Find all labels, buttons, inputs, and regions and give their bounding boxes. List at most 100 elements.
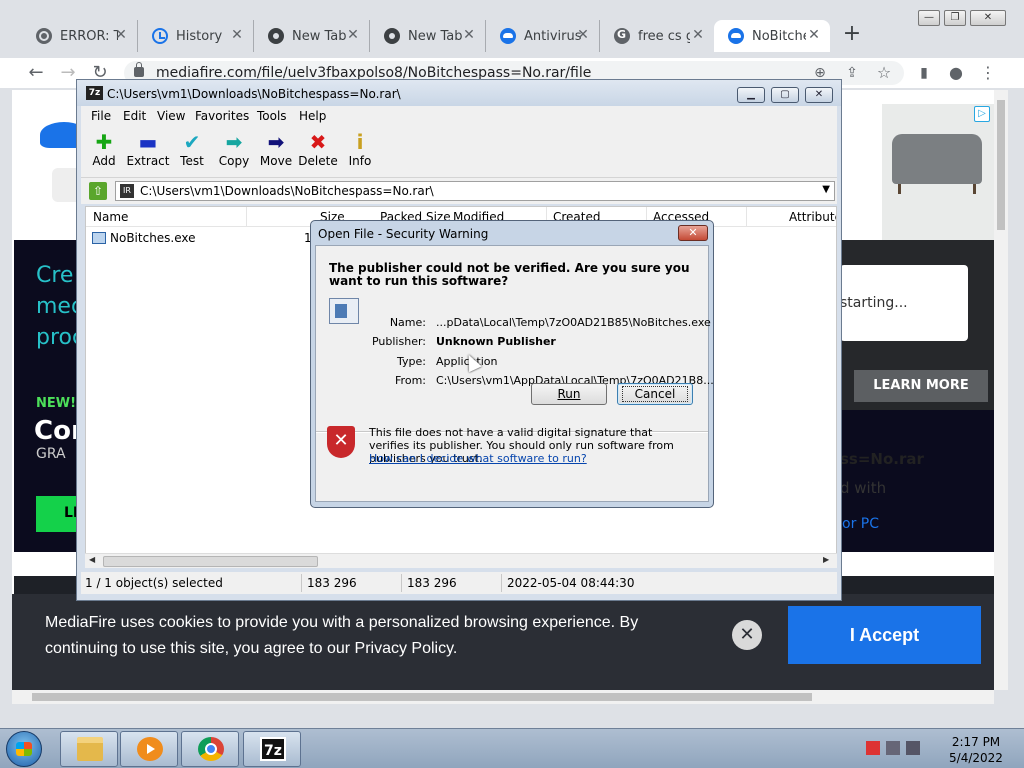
- minimize-button[interactable]: —: [918, 10, 940, 26]
- sofa-ad[interactable]: [882, 104, 994, 244]
- scrollbar-thumb[interactable]: [103, 556, 318, 567]
- scroll-left-icon[interactable]: ◀: [89, 555, 95, 564]
- menu-favorites[interactable]: Favorites: [195, 109, 249, 123]
- network-icon[interactable]: [886, 741, 900, 755]
- folder-up-icon[interactable]: ⇧: [89, 182, 107, 200]
- tool-label: Delete: [298, 154, 338, 168]
- windows-taskbar: 7z 2:17 PM 5/4/2022: [0, 728, 1024, 768]
- learn-more-button[interactable]: LEARN MORE: [854, 370, 988, 402]
- add-button[interactable]: ✚ Add: [81, 130, 127, 176]
- status-divider: [301, 574, 302, 592]
- info-button[interactable]: i Info: [337, 130, 383, 176]
- tab-close-icon[interactable]: ✕: [690, 27, 706, 43]
- copy-arrow-icon: ➡: [225, 130, 243, 154]
- menu-file[interactable]: File: [91, 109, 111, 123]
- history-icon: [152, 28, 168, 44]
- tab-antivirus[interactable]: Antivirus ✕: [486, 20, 600, 52]
- dialog-close-button[interactable]: ✕: [678, 225, 708, 241]
- file-list-hscrollbar[interactable]: ◀ ▶: [85, 553, 837, 568]
- column-divider[interactable]: [746, 207, 747, 227]
- scrollbar-thumb[interactable]: [32, 693, 812, 701]
- 7zip-address-bar: ⇧ IR C:\Users\vm1\Downloads\NoBitchespas…: [81, 178, 837, 204]
- accept-cookies-button[interactable]: I Accept: [788, 606, 981, 664]
- cookie-close-button[interactable]: ✕: [732, 620, 762, 650]
- status-size: 183 296: [307, 576, 357, 590]
- tab-close-icon[interactable]: ✕: [229, 27, 245, 43]
- for-pc-link[interactable]: or PC: [842, 516, 879, 532]
- scroll-right-icon[interactable]: ▶: [823, 555, 829, 564]
- tab-close-icon[interactable]: ✕: [345, 27, 361, 43]
- action-center-flag-icon[interactable]: [866, 741, 880, 755]
- taskbar-chrome[interactable]: [181, 731, 239, 767]
- download-status-box: starting...: [840, 265, 968, 341]
- chevron-down-icon[interactable]: ▼: [822, 184, 830, 195]
- adchoices-icon[interactable]: ▷: [974, 106, 990, 122]
- tab-close-icon[interactable]: ✕: [461, 27, 477, 43]
- 7zip-toolbar: ✚ Add ▬ Extract ✔ Test ➡ Copy ➡ Move ✖ D…: [81, 126, 837, 178]
- media-player-icon: [137, 737, 163, 761]
- taskbar-explorer[interactable]: [60, 731, 118, 767]
- 7zip-maximize-button[interactable]: ▢: [771, 87, 799, 103]
- page-vertical-scrollbar[interactable]: [994, 90, 1008, 690]
- clock-time[interactable]: 2:17 PM: [948, 735, 1004, 749]
- new-tab-button[interactable]: +: [840, 22, 864, 46]
- test-button[interactable]: ✔ Test: [169, 130, 215, 176]
- tab-newtab-1[interactable]: New Tab ✕: [254, 20, 370, 52]
- file-name: NoBitches.exe: [110, 231, 196, 245]
- share-icon[interactable]: ⇪: [840, 61, 864, 85]
- col-attributes[interactable]: Attribute: [789, 210, 836, 224]
- back-arrow-icon[interactable]: ←: [24, 61, 48, 85]
- bookmark-star-icon[interactable]: ☆: [872, 61, 896, 85]
- profile-avatar-icon[interactable]: ●: [944, 61, 968, 85]
- menu-help[interactable]: Help: [299, 109, 326, 123]
- 7zip-logo-icon: 7z: [86, 86, 103, 100]
- close-window-button[interactable]: ✕: [970, 10, 1006, 26]
- scrollbar-thumb[interactable]: [997, 100, 1005, 230]
- tool-label: Extract: [126, 154, 170, 168]
- taskbar-7zip[interactable]: 7z: [243, 731, 301, 767]
- column-divider[interactable]: [246, 207, 247, 227]
- tab-free-csgo[interactable]: free cs go ✕: [600, 20, 714, 52]
- 7zip-titlebar[interactable]: 7z C:\Users\vm1\Downloads\NoBitchespass=…: [77, 80, 841, 106]
- tab-close-icon[interactable]: ✕: [806, 27, 822, 43]
- menu-tools[interactable]: Tools: [257, 109, 287, 123]
- move-button[interactable]: ➡ Move: [253, 130, 299, 176]
- tab-close-icon[interactable]: ✕: [575, 27, 591, 43]
- start-button[interactable]: [6, 731, 42, 767]
- extract-icon: ▬: [138, 130, 158, 154]
- maximize-button[interactable]: ❐: [944, 10, 966, 26]
- 7zip-minimize-button[interactable]: ▁: [737, 87, 765, 103]
- extract-button[interactable]: ▬ Extract: [123, 130, 173, 176]
- 7zip-close-button[interactable]: ✕: [805, 87, 833, 103]
- run-button[interactable]: Run: [531, 383, 607, 405]
- 7zip-path-combo[interactable]: IR C:\Users\vm1\Downloads\NoBitchespass=…: [115, 181, 835, 201]
- tool-label: Test: [180, 154, 204, 168]
- tab-newtab-2[interactable]: New Tab ✕: [370, 20, 486, 52]
- tool-label: Add: [92, 154, 116, 168]
- volume-icon[interactable]: [906, 741, 920, 755]
- lock-icon[interactable]: [134, 62, 144, 77]
- cancel-button-label: Cancel: [621, 386, 689, 402]
- chrome-icon: [268, 28, 284, 44]
- field-label-publisher: Publisher:: [371, 335, 426, 348]
- menu-kebab-icon[interactable]: ⋮: [976, 61, 1000, 85]
- sofa-legs: [898, 184, 976, 194]
- tab-close-icon[interactable]: ✕: [113, 27, 129, 43]
- add-icon: ✚: [95, 130, 113, 154]
- taskbar-media-player[interactable]: [120, 731, 178, 767]
- col-name[interactable]: Name: [93, 210, 128, 224]
- delete-button[interactable]: ✖ Delete: [295, 130, 341, 176]
- copy-button[interactable]: ➡ Copy: [211, 130, 257, 176]
- clock-date[interactable]: 5/4/2022: [948, 751, 1004, 765]
- help-link[interactable]: How can I decide what software to run?: [369, 452, 587, 465]
- cancel-button[interactable]: Cancel: [617, 383, 693, 405]
- test-check-icon: ✔: [183, 130, 201, 154]
- promo-new-badge: NEW!: [36, 396, 77, 411]
- page-horizontal-scrollbar[interactable]: [12, 690, 994, 704]
- side-panel-icon[interactable]: ▮: [912, 61, 936, 85]
- tab-history[interactable]: History ✕: [138, 20, 254, 52]
- menu-edit[interactable]: Edit: [123, 109, 146, 123]
- tab-error[interactable]: ERROR: Tl ✕: [22, 20, 138, 52]
- menu-view[interactable]: View: [157, 109, 185, 123]
- tab-nobitches[interactable]: NoBitches ✕: [714, 20, 830, 52]
